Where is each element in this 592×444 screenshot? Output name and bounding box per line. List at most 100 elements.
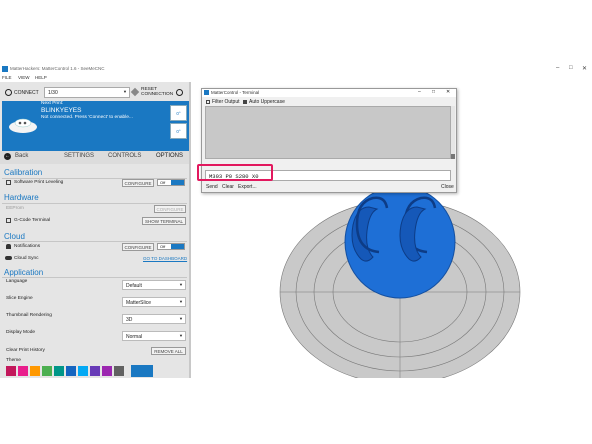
terminal-close-button[interactable]: Close	[441, 184, 454, 190]
auto-uppercase-checkbox[interactable]	[243, 100, 247, 104]
theme-swatch[interactable]	[66, 366, 76, 376]
calibration-heading: Calibration	[4, 168, 43, 177]
theme-swatch[interactable]	[78, 366, 88, 376]
divider	[2, 277, 187, 278]
reset-label-line2: CONNECTION	[141, 92, 174, 97]
stop-icon[interactable]	[176, 89, 183, 96]
cloud-sync-label: Cloud Sync	[14, 256, 39, 261]
filter-output-label: Filter Output	[212, 99, 240, 105]
send-button[interactable]: Send	[206, 184, 218, 190]
theme-swatch[interactable]	[6, 366, 16, 376]
maximize-button[interactable]: □	[569, 65, 573, 71]
remove-all-button[interactable]: REMOVE ALL	[151, 347, 186, 355]
language-value: Default	[126, 283, 142, 289]
notifications-label: Notifications	[14, 244, 41, 249]
app-icon	[2, 66, 8, 72]
terminal-close-icon[interactable]: ✕	[446, 89, 450, 95]
theme-swatch[interactable]	[114, 366, 124, 376]
notifications-toggle[interactable]: Off	[157, 243, 185, 250]
notifications-configure-button[interactable]: CONFIGURE	[122, 243, 154, 251]
chevron-down-icon: ▼	[179, 282, 183, 287]
filter-output-checkbox[interactable]	[206, 100, 210, 104]
cloud-icon	[5, 256, 12, 260]
theme-swatch[interactable]	[90, 366, 100, 376]
print-status-message: Not connected. Press 'Connect' to enable…	[41, 115, 133, 120]
toggle-knob	[171, 180, 184, 185]
leveling-configure-button[interactable]: CONFIGURE	[122, 179, 154, 187]
gcode-terminal-label: G-Code Terminal	[14, 218, 51, 223]
terminal-title-bar: MatterControl - Terminal – □ ✕	[202, 89, 456, 97]
toggle-knob	[171, 244, 184, 249]
minimize-button[interactable]: –	[556, 65, 559, 71]
printer-select[interactable]: 1/30 ▼	[44, 87, 130, 98]
close-window-button[interactable]: ✕	[582, 65, 587, 72]
theme-swatch[interactable]	[102, 366, 112, 376]
reset-connection-button[interactable]: RESET CONNECTION	[141, 87, 173, 97]
next-print-heading: Next Print:	[41, 101, 64, 106]
divider	[2, 241, 187, 242]
theme-swatch[interactable]	[18, 366, 28, 376]
terminal-maximize-button[interactable]: □	[432, 89, 435, 95]
toggle-state: Off	[160, 244, 166, 249]
scroll-thumb[interactable]	[451, 154, 455, 159]
back-arrow-icon[interactable]: ←	[4, 153, 11, 160]
clear-history-label: Clear Print History	[6, 348, 45, 353]
slice-engine-select[interactable]: MatterSlice ▼	[122, 297, 186, 307]
language-label: Language	[6, 279, 28, 284]
menu-file[interactable]: FILE	[2, 75, 12, 80]
model-thumbnail-icon	[9, 118, 37, 133]
thumbnail-rendering-select[interactable]: 3D ▼	[122, 314, 186, 324]
terminal-scrollbar[interactable]	[451, 106, 455, 159]
go-to-dashboard-link[interactable]: GO TO DASHBOARD	[143, 256, 187, 261]
chevron-down-icon: ▼	[179, 316, 183, 321]
theme-label: Theme	[6, 358, 21, 363]
tab-options[interactable]: OPTIONS	[156, 153, 183, 159]
leveling-toggle[interactable]: Off	[157, 179, 185, 186]
chevron-down-icon: ▼	[179, 299, 183, 304]
power-icon	[5, 89, 12, 96]
display-mode-label: Display Mode	[6, 330, 36, 335]
terminal-minimize-button[interactable]: –	[418, 89, 421, 95]
menu-view[interactable]: VIEW	[18, 75, 30, 80]
export-button[interactable]: Export...	[238, 184, 257, 190]
eeprom-label: EEProm	[6, 206, 24, 211]
chevron-down-icon: ▼	[179, 333, 183, 338]
back-button[interactable]: Back	[15, 153, 28, 159]
display-mode-select[interactable]: Normal ▼	[122, 331, 186, 341]
theme-swatch[interactable]	[54, 366, 64, 376]
show-terminal-button[interactable]: SHOW TERMINAL	[142, 217, 186, 225]
print-name: BLINKYEYES	[41, 107, 82, 114]
leveling-icon	[6, 180, 11, 185]
terminal-icon	[6, 218, 11, 223]
application-heading: Application	[4, 268, 44, 277]
thumbnail-rendering-value: 3D	[126, 317, 133, 323]
hardware-heading: Hardware	[4, 193, 39, 202]
auto-uppercase-label: Auto Uppercase	[249, 99, 285, 105]
window-title: MatterHackers: MatterControl 1.6 - SeeMe…	[10, 66, 105, 71]
slice-engine-label: Slice Engine	[6, 296, 33, 301]
eeprom-configure-button[interactable]: CONFIGURE	[154, 205, 186, 213]
tab-controls[interactable]: CONTROLS	[108, 153, 141, 159]
toggle-state: Off	[160, 180, 166, 185]
theme-swatch[interactable]	[42, 366, 52, 376]
menu-help[interactable]: HELP	[35, 75, 47, 80]
menu-bar: FILE VIEW HELP	[0, 74, 592, 82]
extruder-temp-button[interactable]: 0°	[170, 105, 187, 121]
connect-button[interactable]: CONNECT	[14, 90, 39, 96]
divider	[2, 203, 187, 204]
selected-theme-swatch[interactable]	[131, 365, 153, 377]
chevron-down-icon: ▼	[123, 89, 127, 94]
clear-button[interactable]: Clear	[222, 184, 234, 190]
terminal-title: MatterControl - Terminal	[211, 90, 260, 95]
display-mode-value: Normal	[126, 334, 143, 340]
slice-engine-value: MatterSlice	[126, 300, 152, 306]
theme-swatch[interactable]	[30, 366, 40, 376]
language-select[interactable]: Default ▼	[122, 280, 186, 290]
terminal-output[interactable]	[205, 106, 451, 159]
command-highlight-box	[197, 164, 273, 181]
tab-settings[interactable]: SETTINGS	[64, 153, 94, 159]
printer-select-value: 1/30	[48, 90, 58, 96]
bed-temp-button[interactable]: 0°	[170, 123, 187, 139]
print-leveling-label: Software Print Leveling	[14, 180, 64, 185]
cloud-heading: Cloud	[4, 232, 25, 241]
